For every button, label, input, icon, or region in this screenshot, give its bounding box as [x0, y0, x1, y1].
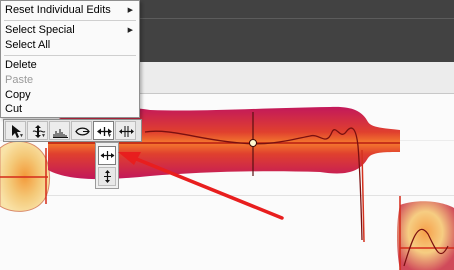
- tool-button-amplitude[interactable]: [71, 121, 92, 140]
- menu-item-copy[interactable]: Copy: [5, 89, 31, 102]
- menu-separator: [4, 55, 136, 56]
- context-menu: Reset Individual Edits ▶ Select Special …: [0, 0, 140, 118]
- menu-item-paste: Paste: [5, 74, 33, 87]
- menu-item-label: Cut: [5, 103, 23, 115]
- menu-item-label: Reset Individual Edits: [5, 4, 111, 16]
- menu-item-cut[interactable]: Cut: [5, 103, 22, 116]
- time-tool-flyout: [95, 142, 119, 189]
- menu-item-delete[interactable]: Delete: [5, 59, 37, 72]
- menu-item-reset-individual-edits[interactable]: Reset Individual Edits ▶: [5, 4, 137, 17]
- menu-separator: [4, 20, 136, 21]
- flyout-time-stretch-button[interactable]: [98, 167, 116, 186]
- dropdown-caret-icon: ▼: [107, 133, 112, 139]
- menu-item-select-all[interactable]: Select All: [5, 39, 50, 52]
- tool-button-formant[interactable]: [49, 121, 70, 140]
- note-center-handle[interactable]: [249, 139, 257, 147]
- amplitude-tool-icon: [75, 127, 90, 136]
- time-tool-icon: [100, 151, 115, 160]
- dropdown-caret-icon: ▼: [19, 133, 24, 139]
- menu-item-label: Select All: [5, 39, 51, 51]
- tool-button-pitch[interactable]: ▼: [27, 121, 48, 140]
- menu-item-label: Delete: [5, 59, 37, 71]
- menu-item-select-special[interactable]: Select Special ▶: [5, 24, 137, 37]
- flyout-time-tool-button[interactable]: [98, 146, 116, 165]
- formant-tool-icon: [53, 129, 68, 138]
- menu-item-label: Select Special: [5, 24, 75, 36]
- dropdown-caret-icon: ▼: [41, 133, 46, 139]
- submenu-arrow-icon: ▶: [127, 7, 133, 14]
- tool-button-separation[interactable]: [115, 121, 136, 140]
- submenu-arrow-icon: ▶: [127, 27, 133, 34]
- time-stretch-vertical-icon: [104, 170, 111, 183]
- tool-button-time[interactable]: ▼: [93, 121, 114, 140]
- menu-item-label: Copy: [5, 89, 31, 101]
- separation-tool-icon: [119, 126, 134, 137]
- tool-button-main[interactable]: ▼: [5, 121, 26, 140]
- tool-palette: ▼ ▼ ▼: [3, 119, 142, 142]
- menu-item-label: Paste: [5, 74, 34, 86]
